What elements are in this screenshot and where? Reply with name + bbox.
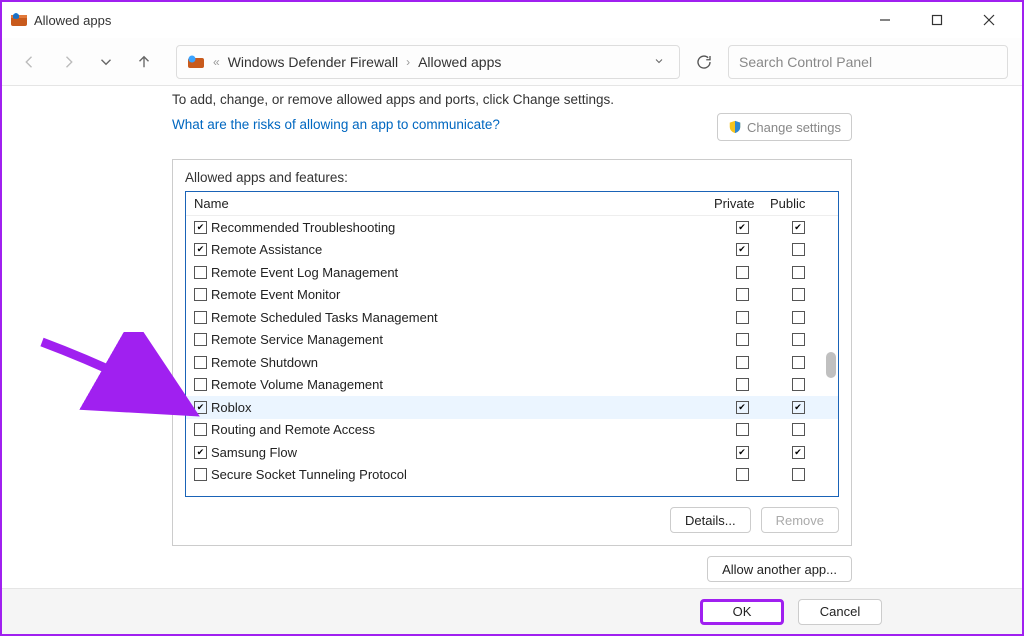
table-row[interactable]: Secure Socket Tunneling Protocol <box>186 464 838 487</box>
column-name[interactable]: Name <box>194 196 714 211</box>
row-private-checkbox[interactable] <box>736 356 749 369</box>
chevron-right-icon: › <box>406 55 410 69</box>
search-input[interactable]: Search Control Panel <box>728 45 1008 79</box>
shield-icon <box>728 120 742 134</box>
row-public-checkbox[interactable] <box>792 446 805 459</box>
change-settings-label: Change settings <box>747 120 841 135</box>
row-public-checkbox[interactable] <box>792 356 805 369</box>
table-row[interactable]: Remote Event Log Management <box>186 261 838 284</box>
refresh-button[interactable] <box>688 46 720 78</box>
row-name: Remote Event Log Management <box>211 265 398 280</box>
panel-label: Allowed apps and features: <box>185 170 839 185</box>
row-public-checkbox[interactable] <box>792 378 805 391</box>
history-dropdown[interactable] <box>92 48 120 76</box>
row-name: Samsung Flow <box>211 445 297 460</box>
close-button[interactable] <box>974 8 1004 32</box>
row-private-checkbox[interactable] <box>736 221 749 234</box>
row-enabled-checkbox[interactable] <box>194 288 207 301</box>
breadcrumb-overflow: « <box>213 55 220 69</box>
row-name: Remote Assistance <box>211 242 322 257</box>
allow-another-app-button[interactable]: Allow another app... <box>707 556 852 582</box>
row-enabled-checkbox[interactable] <box>194 468 207 481</box>
row-name: Remote Volume Management <box>211 377 383 392</box>
column-public[interactable]: Public <box>770 196 826 211</box>
row-name: Routing and Remote Access <box>211 422 375 437</box>
row-public-checkbox[interactable] <box>792 468 805 481</box>
row-public-checkbox[interactable] <box>792 288 805 301</box>
row-private-checkbox[interactable] <box>736 378 749 391</box>
back-button[interactable] <box>16 48 44 76</box>
remove-button: Remove <box>761 507 839 533</box>
table-row[interactable]: Remote Shutdown <box>186 351 838 374</box>
row-private-checkbox[interactable] <box>736 333 749 346</box>
row-private-checkbox[interactable] <box>736 311 749 324</box>
row-enabled-checkbox[interactable] <box>194 243 207 256</box>
row-public-checkbox[interactable] <box>792 401 805 414</box>
row-enabled-checkbox[interactable] <box>194 266 207 279</box>
firewall-icon <box>187 54 205 70</box>
window-title: Allowed apps <box>34 13 111 28</box>
row-private-checkbox[interactable] <box>736 446 749 459</box>
maximize-button[interactable] <box>922 8 952 32</box>
table-row[interactable]: Remote Event Monitor <box>186 284 838 307</box>
row-enabled-checkbox[interactable] <box>194 333 207 346</box>
address-bar[interactable]: « Windows Defender Firewall › Allowed ap… <box>176 45 680 79</box>
row-enabled-checkbox[interactable] <box>194 401 207 414</box>
table-row[interactable]: Routing and Remote Access <box>186 419 838 442</box>
search-placeholder: Search Control Panel <box>739 54 872 70</box>
row-enabled-checkbox[interactable] <box>194 446 207 459</box>
breadcrumb-root[interactable]: Windows Defender Firewall <box>228 54 398 70</box>
row-name: Remote Scheduled Tasks Management <box>211 310 438 325</box>
cancel-button[interactable]: Cancel <box>798 599 882 625</box>
row-name: Remote Service Management <box>211 332 383 347</box>
row-name: Recommended Troubleshooting <box>211 220 395 235</box>
row-public-checkbox[interactable] <box>792 311 805 324</box>
table-row[interactable]: Recommended Troubleshooting <box>186 216 838 239</box>
row-name: Remote Shutdown <box>211 355 318 370</box>
minimize-button[interactable] <box>870 8 900 32</box>
table-row[interactable]: Roblox <box>186 396 838 419</box>
row-enabled-checkbox[interactable] <box>194 356 207 369</box>
scrollbar-thumb[interactable] <box>826 352 836 378</box>
chevron-down-icon[interactable] <box>649 54 669 70</box>
row-private-checkbox[interactable] <box>736 288 749 301</box>
up-button[interactable] <box>130 48 158 76</box>
risk-link[interactable]: What are the risks of allowing an app to… <box>172 117 500 132</box>
row-name: Remote Event Monitor <box>211 287 340 302</box>
row-enabled-checkbox[interactable] <box>194 221 207 234</box>
details-button[interactable]: Details... <box>670 507 751 533</box>
table-row[interactable]: Remote Scheduled Tasks Management <box>186 306 838 329</box>
row-private-checkbox[interactable] <box>736 243 749 256</box>
table-row[interactable]: Remote Service Management <box>186 329 838 352</box>
row-private-checkbox[interactable] <box>736 266 749 279</box>
row-public-checkbox[interactable] <box>792 423 805 436</box>
row-name: Secure Socket Tunneling Protocol <box>211 467 407 482</box>
column-private[interactable]: Private <box>714 196 770 211</box>
row-enabled-checkbox[interactable] <box>194 423 207 436</box>
row-enabled-checkbox[interactable] <box>194 378 207 391</box>
apps-listbox[interactable]: Name Private Public Recommended Troubles… <box>185 191 839 497</box>
forward-button[interactable] <box>54 48 82 76</box>
row-private-checkbox[interactable] <box>736 468 749 481</box>
row-public-checkbox[interactable] <box>792 266 805 279</box>
change-settings-button[interactable]: Change settings <box>717 113 852 141</box>
description-text: To add, change, or remove allowed apps a… <box>172 92 852 107</box>
table-row[interactable]: Samsung Flow <box>186 441 838 464</box>
row-public-checkbox[interactable] <box>792 221 805 234</box>
row-name: Roblox <box>211 400 251 415</box>
table-row[interactable]: Remote Assistance <box>186 239 838 262</box>
table-row[interactable]: Remote Volume Management <box>186 374 838 397</box>
shield-firewall-icon <box>10 12 28 28</box>
row-private-checkbox[interactable] <box>736 401 749 414</box>
row-public-checkbox[interactable] <box>792 333 805 346</box>
ok-button[interactable]: OK <box>700 599 784 625</box>
breadcrumb-leaf[interactable]: Allowed apps <box>418 54 501 70</box>
row-enabled-checkbox[interactable] <box>194 311 207 324</box>
row-public-checkbox[interactable] <box>792 243 805 256</box>
row-private-checkbox[interactable] <box>736 423 749 436</box>
